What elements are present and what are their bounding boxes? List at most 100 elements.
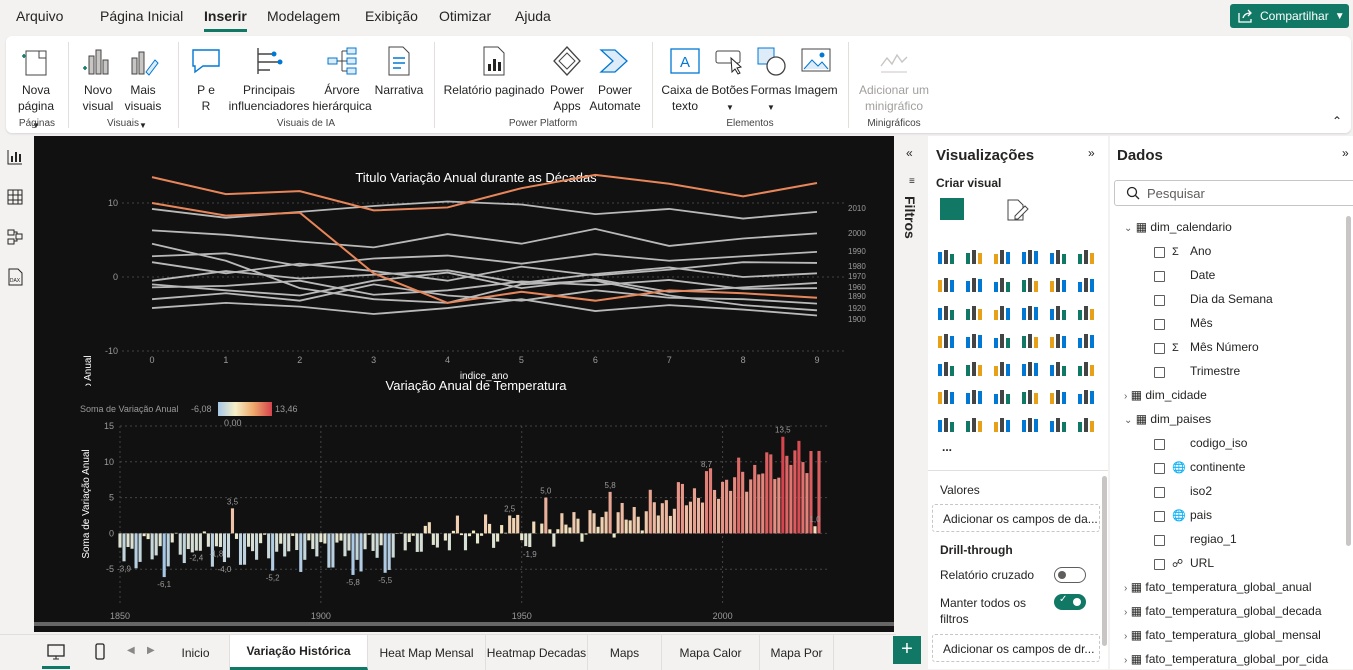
field-item[interactable]: iso2 — [1172, 484, 1212, 498]
field-checkbox[interactable] — [1154, 439, 1165, 450]
field-checkbox[interactable] — [1154, 271, 1165, 282]
narrative-visual-icon[interactable] — [1048, 386, 1068, 406]
metrics-visual-icon[interactable] — [964, 414, 984, 434]
narrative-button[interactable]: Narrativa — [372, 44, 426, 98]
page-tab[interactable]: Maps — [588, 635, 662, 670]
r-visual-visual-icon[interactable] — [1076, 358, 1096, 378]
field-item[interactable]: ☍URL — [1172, 556, 1214, 570]
field-item[interactable]: Dia da Semana — [1172, 292, 1273, 306]
menu-home[interactable]: Página Inicial — [100, 8, 183, 24]
chevron-right-icon[interactable]: › — [1124, 655, 1127, 666]
share-button[interactable]: Compartilhar ▼ — [1230, 4, 1349, 28]
map-visual-icon[interactable] — [964, 330, 984, 350]
field-checkbox[interactable] — [1154, 487, 1165, 498]
add-sparkline-button[interactable]: Adicionar umminigráfico — [854, 44, 934, 114]
decomposition-tree-button[interactable]: Árvorehierárquica — [312, 44, 372, 114]
collapse-chevron-icon[interactable]: « — [906, 146, 913, 160]
field-item[interactable]: regiao_1 — [1172, 532, 1237, 546]
add-page-button[interactable]: + — [893, 636, 921, 664]
trophy-visual-icon[interactable] — [1076, 386, 1096, 406]
field-checkbox[interactable] — [1154, 559, 1165, 570]
field-checkbox[interactable] — [1154, 463, 1165, 474]
field-checkbox[interactable] — [1154, 343, 1165, 354]
field-checkbox[interactable] — [1154, 511, 1165, 522]
field-item[interactable]: Trimestre — [1172, 364, 1240, 378]
chevron-right-icon[interactable]: › — [1124, 583, 1127, 594]
slicer-visual-icon[interactable] — [992, 358, 1012, 378]
desktop-layout-icon[interactable] — [46, 643, 66, 661]
python-visual-icon[interactable] — [936, 386, 956, 406]
table-dim_calendario[interactable]: ⌄ ▦ dim_calendario — [1124, 220, 1232, 234]
table-fato_temperatura_global_anual[interactable]: › ▦ fato_temperatura_global_anual — [1124, 580, 1312, 594]
waterfall2-visual-icon[interactable] — [992, 302, 1012, 322]
page-tab[interactable]: Mapa Por — [760, 635, 834, 670]
field-checkbox[interactable] — [1154, 295, 1165, 306]
mobile-layout-icon[interactable] — [93, 643, 107, 661]
page-tab[interactable]: Inicio — [162, 635, 230, 670]
power-automate-visual-icon[interactable] — [1020, 414, 1040, 434]
text-box-button[interactable]: A Caixa detexto — [658, 44, 712, 114]
format-visual-icon[interactable] — [1004, 198, 1030, 222]
image-button[interactable]: Imagem — [792, 44, 840, 98]
menu-optimize[interactable]: Otimizar — [439, 8, 491, 24]
table-fato_temperatura_global_mensal[interactable]: › ▦ fato_temperatura_global_mensal — [1124, 628, 1321, 642]
field-item[interactable]: Date — [1172, 268, 1215, 282]
field-item[interactable]: Mês — [1172, 316, 1213, 330]
menu-insert[interactable]: Inserir — [204, 8, 247, 24]
chevron-right-icon[interactable]: › — [1124, 631, 1127, 642]
clustered-column-visual-icon[interactable] — [1020, 246, 1040, 266]
waterfall-visual-icon[interactable] — [1048, 274, 1068, 294]
line-visual-icon[interactable] — [936, 274, 956, 294]
build-visual-tab[interactable] — [940, 198, 964, 220]
paginated-report-button[interactable]: Relatório paginado — [442, 44, 546, 98]
matrix-visual-icon[interactable] — [1048, 358, 1068, 378]
gauge-visual-icon[interactable] — [1048, 330, 1068, 350]
stacked-bar-visual-icon[interactable] — [936, 246, 956, 266]
field-checkbox[interactable] — [1154, 367, 1165, 378]
chevron-right-icon[interactable]: › — [1124, 607, 1127, 618]
field-item[interactable]: codigo_iso — [1172, 436, 1247, 450]
decomp-tree-visual-icon[interactable] — [992, 386, 1012, 406]
expand-chevron-icon[interactable]: » — [1342, 146, 1349, 160]
paginated-visual-icon[interactable] — [936, 414, 956, 434]
menu-file[interactable]: Arquivo — [16, 8, 63, 24]
field-item[interactable]: ΣMês Número — [1172, 340, 1259, 354]
azure-map-visual-icon[interactable] — [1020, 330, 1040, 350]
page-tab[interactable]: Heatmap Decadas — [486, 635, 588, 670]
card-visual-icon[interactable] — [1076, 330, 1096, 350]
pane-scrollbar[interactable] — [1346, 216, 1351, 546]
clustered-bar-visual-icon[interactable] — [992, 246, 1012, 266]
stacked-area-visual-icon[interactable] — [992, 274, 1012, 294]
funnel-visual-icon[interactable] — [1076, 274, 1096, 294]
line-stacked-visual-icon[interactable] — [964, 302, 984, 322]
table-fato_temperatura_global_por_cida[interactable]: › ▦ fato_temperatura_global_por_cida — [1124, 652, 1328, 666]
canvas-scrollbar[interactable] — [34, 622, 894, 626]
table-fato_temperatura_global_decada[interactable]: › ▦ fato_temperatura_global_decada — [1124, 604, 1322, 618]
100-column-visual-icon[interactable] — [1076, 246, 1096, 266]
page-tab[interactable]: Mapa Calor — [662, 635, 760, 670]
stacked-column-visual-icon[interactable] — [964, 246, 984, 266]
field-checkbox[interactable] — [1154, 247, 1165, 258]
button-visual-icon[interactable] — [1076, 414, 1096, 434]
table-dim_cidade[interactable]: › ▦ dim_cidade — [1124, 388, 1207, 402]
line-chart[interactable]: Titulo Variação Anual durante as Décadas… — [34, 136, 894, 386]
prev-page-icon[interactable]: ◀ — [127, 645, 135, 656]
qa-button[interactable]: P eR — [188, 44, 224, 114]
page-tab[interactable]: Heat Map Mensal — [368, 635, 486, 670]
key-influencers-visual-icon[interactable] — [964, 386, 984, 406]
menu-view[interactable]: Exibição — [365, 8, 418, 24]
dax-query-icon[interactable]: DAX — [6, 268, 24, 286]
filters-pane[interactable]: « ≡ Filtros — [896, 136, 926, 632]
scatter-visual-icon[interactable] — [1020, 302, 1040, 322]
100-bar-visual-icon[interactable] — [1048, 246, 1068, 266]
drill-through-field-well[interactable]: Adicionar os campos de dr... — [932, 634, 1100, 662]
chevron-down-icon[interactable]: ⌄ — [1124, 223, 1132, 234]
more-visuals-ellipsis[interactable]: ... — [942, 440, 952, 454]
shape-visual-icon[interactable] — [1048, 414, 1068, 434]
menu-help[interactable]: Ajuda — [515, 8, 551, 24]
treemap-visual-icon[interactable] — [936, 330, 956, 350]
table-visual-icon[interactable] — [1020, 358, 1040, 378]
multirow-card-visual-icon[interactable] — [936, 358, 956, 378]
model-view-icon[interactable] — [6, 228, 24, 246]
cross-report-toggle[interactable] — [1054, 567, 1086, 583]
